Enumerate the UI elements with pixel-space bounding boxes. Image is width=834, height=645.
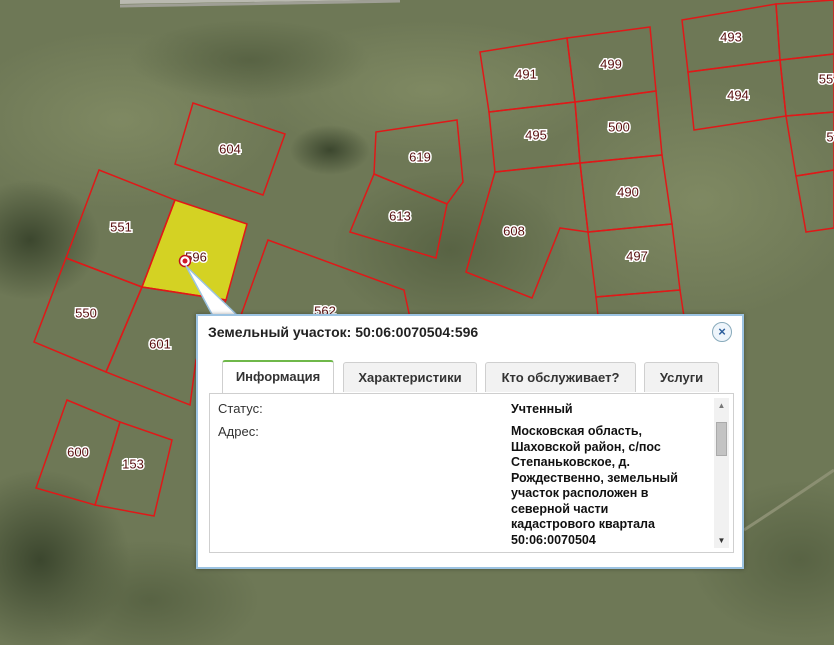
close-icon[interactable]: × (712, 322, 732, 342)
parcel-label: 5 (826, 129, 833, 144)
scroll-thumb[interactable] (716, 422, 727, 456)
terrain-patch (290, 125, 370, 175)
parcel-label: 491 (515, 66, 537, 81)
parcel-info-popup: Земельный участок: 50:06:0070504:596 × И… (196, 314, 744, 569)
parcel-label: 500 (608, 119, 630, 134)
tab-who-serves[interactable]: Кто обслуживает? (485, 362, 636, 392)
scroll-up-arrow-icon[interactable]: ▲ (714, 398, 729, 413)
parcel-label: 608 (503, 223, 525, 238)
status-value: Учтенный (511, 402, 573, 416)
parcel-label: 153 (122, 456, 144, 471)
address-line: Рождественно, земельный (511, 470, 678, 485)
status-label: Статус: (218, 401, 263, 416)
parcel-label: 55 (819, 71, 833, 86)
parcel-label: 495 (525, 127, 547, 142)
parcel-label: 551 (110, 219, 132, 234)
address-line: Шаховской район, с/пос (511, 439, 661, 454)
parcel-label: 490 (617, 184, 639, 199)
parcel-label: 499 (600, 56, 622, 71)
parcel-label: 493 (720, 29, 742, 44)
information-panel: Статус: Учтенный Адрес: Московская облас… (209, 393, 734, 553)
parcel-label: 550 (75, 305, 97, 320)
address-line: Московская область, (511, 424, 643, 438)
terrain-patch (130, 20, 370, 100)
scrollbar[interactable]: ▲ ▼ (714, 398, 729, 548)
location-marker-icon[interactable] (178, 254, 192, 268)
address-label: Адрес: (218, 424, 259, 439)
address-line: Степаньковское, д. (511, 455, 630, 469)
tab-services[interactable]: Услуги (644, 362, 719, 392)
address-line: кадастрового квартала (511, 517, 655, 531)
parcel-label: 613 (389, 208, 411, 223)
parcel-label: 494 (727, 87, 749, 102)
scroll-down-arrow-icon[interactable]: ▼ (714, 533, 729, 548)
address-line: участок расположен в (511, 486, 649, 500)
address-line: северной части (511, 501, 609, 516)
tab-information[interactable]: Информация (222, 360, 334, 393)
tab-characteristics[interactable]: Характеристики (343, 362, 477, 392)
popup-title: Земельный участок: 50:06:0070504:596 (208, 324, 479, 340)
address-value: Московская область, Шаховской район, с/п… (511, 424, 703, 548)
parcel-label: 601 (149, 336, 171, 351)
address-line: 50:06:0070504 (511, 532, 596, 547)
parcel-label: 600 (67, 444, 89, 459)
parcel-label: 619 (409, 149, 431, 164)
parcel-label: 497 (626, 248, 648, 263)
parcel-label: 604 (219, 141, 241, 156)
